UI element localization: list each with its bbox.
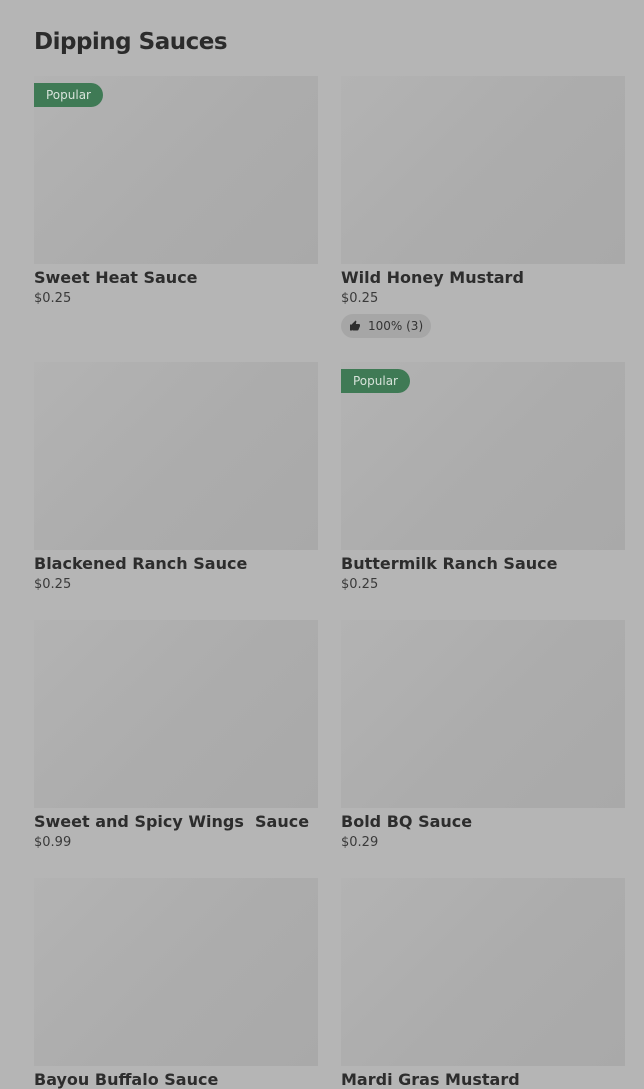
item-name: Bayou Buffalo Sauce	[34, 1070, 219, 1089]
item-price: $0.25	[341, 291, 379, 306]
item-name: Sweet Heat Sauce	[34, 268, 198, 287]
menu-item-card[interactable]: Bold BQ Sauce $0.29	[341, 620, 625, 850]
menu-item-card[interactable]: Popular Buttermilk Ranch Sauce $0.25	[341, 362, 625, 592]
menu-item-card[interactable]: Mardi Gras Mustard	[341, 878, 625, 1089]
item-image	[341, 878, 625, 1066]
menu-item-card[interactable]: Bayou Buffalo Sauce	[34, 878, 318, 1089]
rating-text: 100% (3)	[368, 319, 424, 333]
popular-badge: Popular	[34, 83, 103, 107]
item-name: Blackened Ranch Sauce	[34, 554, 248, 573]
popular-badge: Popular	[341, 369, 410, 393]
thumbs-up-icon	[350, 320, 360, 331]
item-price: $0.29	[341, 835, 379, 850]
item-name: Bold BQ Sauce	[341, 812, 473, 831]
menu-item-card[interactable]: Sweet and Spicy Wings Sauce $0.99	[34, 620, 318, 850]
item-image: Popular	[341, 362, 625, 550]
section-title: Dipping Sauces	[34, 29, 228, 55]
item-image	[341, 620, 625, 808]
menu-section: Dipping Sauces Popular Sweet Heat Sauce …	[0, 0, 644, 1089]
item-image	[34, 620, 318, 808]
menu-item-card[interactable]: Popular Sweet Heat Sauce $0.25	[34, 76, 318, 306]
item-name: Wild Honey Mustard	[341, 268, 524, 287]
item-name: Sweet and Spicy Wings Sauce	[34, 812, 310, 831]
menu-item-card[interactable]: Blackened Ranch Sauce $0.25	[34, 362, 318, 592]
item-name: Buttermilk Ranch Sauce	[341, 554, 558, 573]
item-name: Mardi Gras Mustard	[341, 1070, 520, 1089]
item-image	[34, 878, 318, 1066]
item-price: $0.25	[34, 577, 72, 592]
item-image	[341, 76, 625, 264]
item-price: $0.25	[34, 291, 72, 306]
item-image: Popular	[34, 76, 318, 264]
rating-badge: 100% (3)	[341, 314, 432, 338]
item-image	[34, 362, 318, 550]
menu-item-card[interactable]: Wild Honey Mustard $0.25 100% (3)	[341, 76, 625, 338]
item-price: $0.99	[34, 835, 72, 850]
item-price: $0.25	[341, 577, 379, 592]
